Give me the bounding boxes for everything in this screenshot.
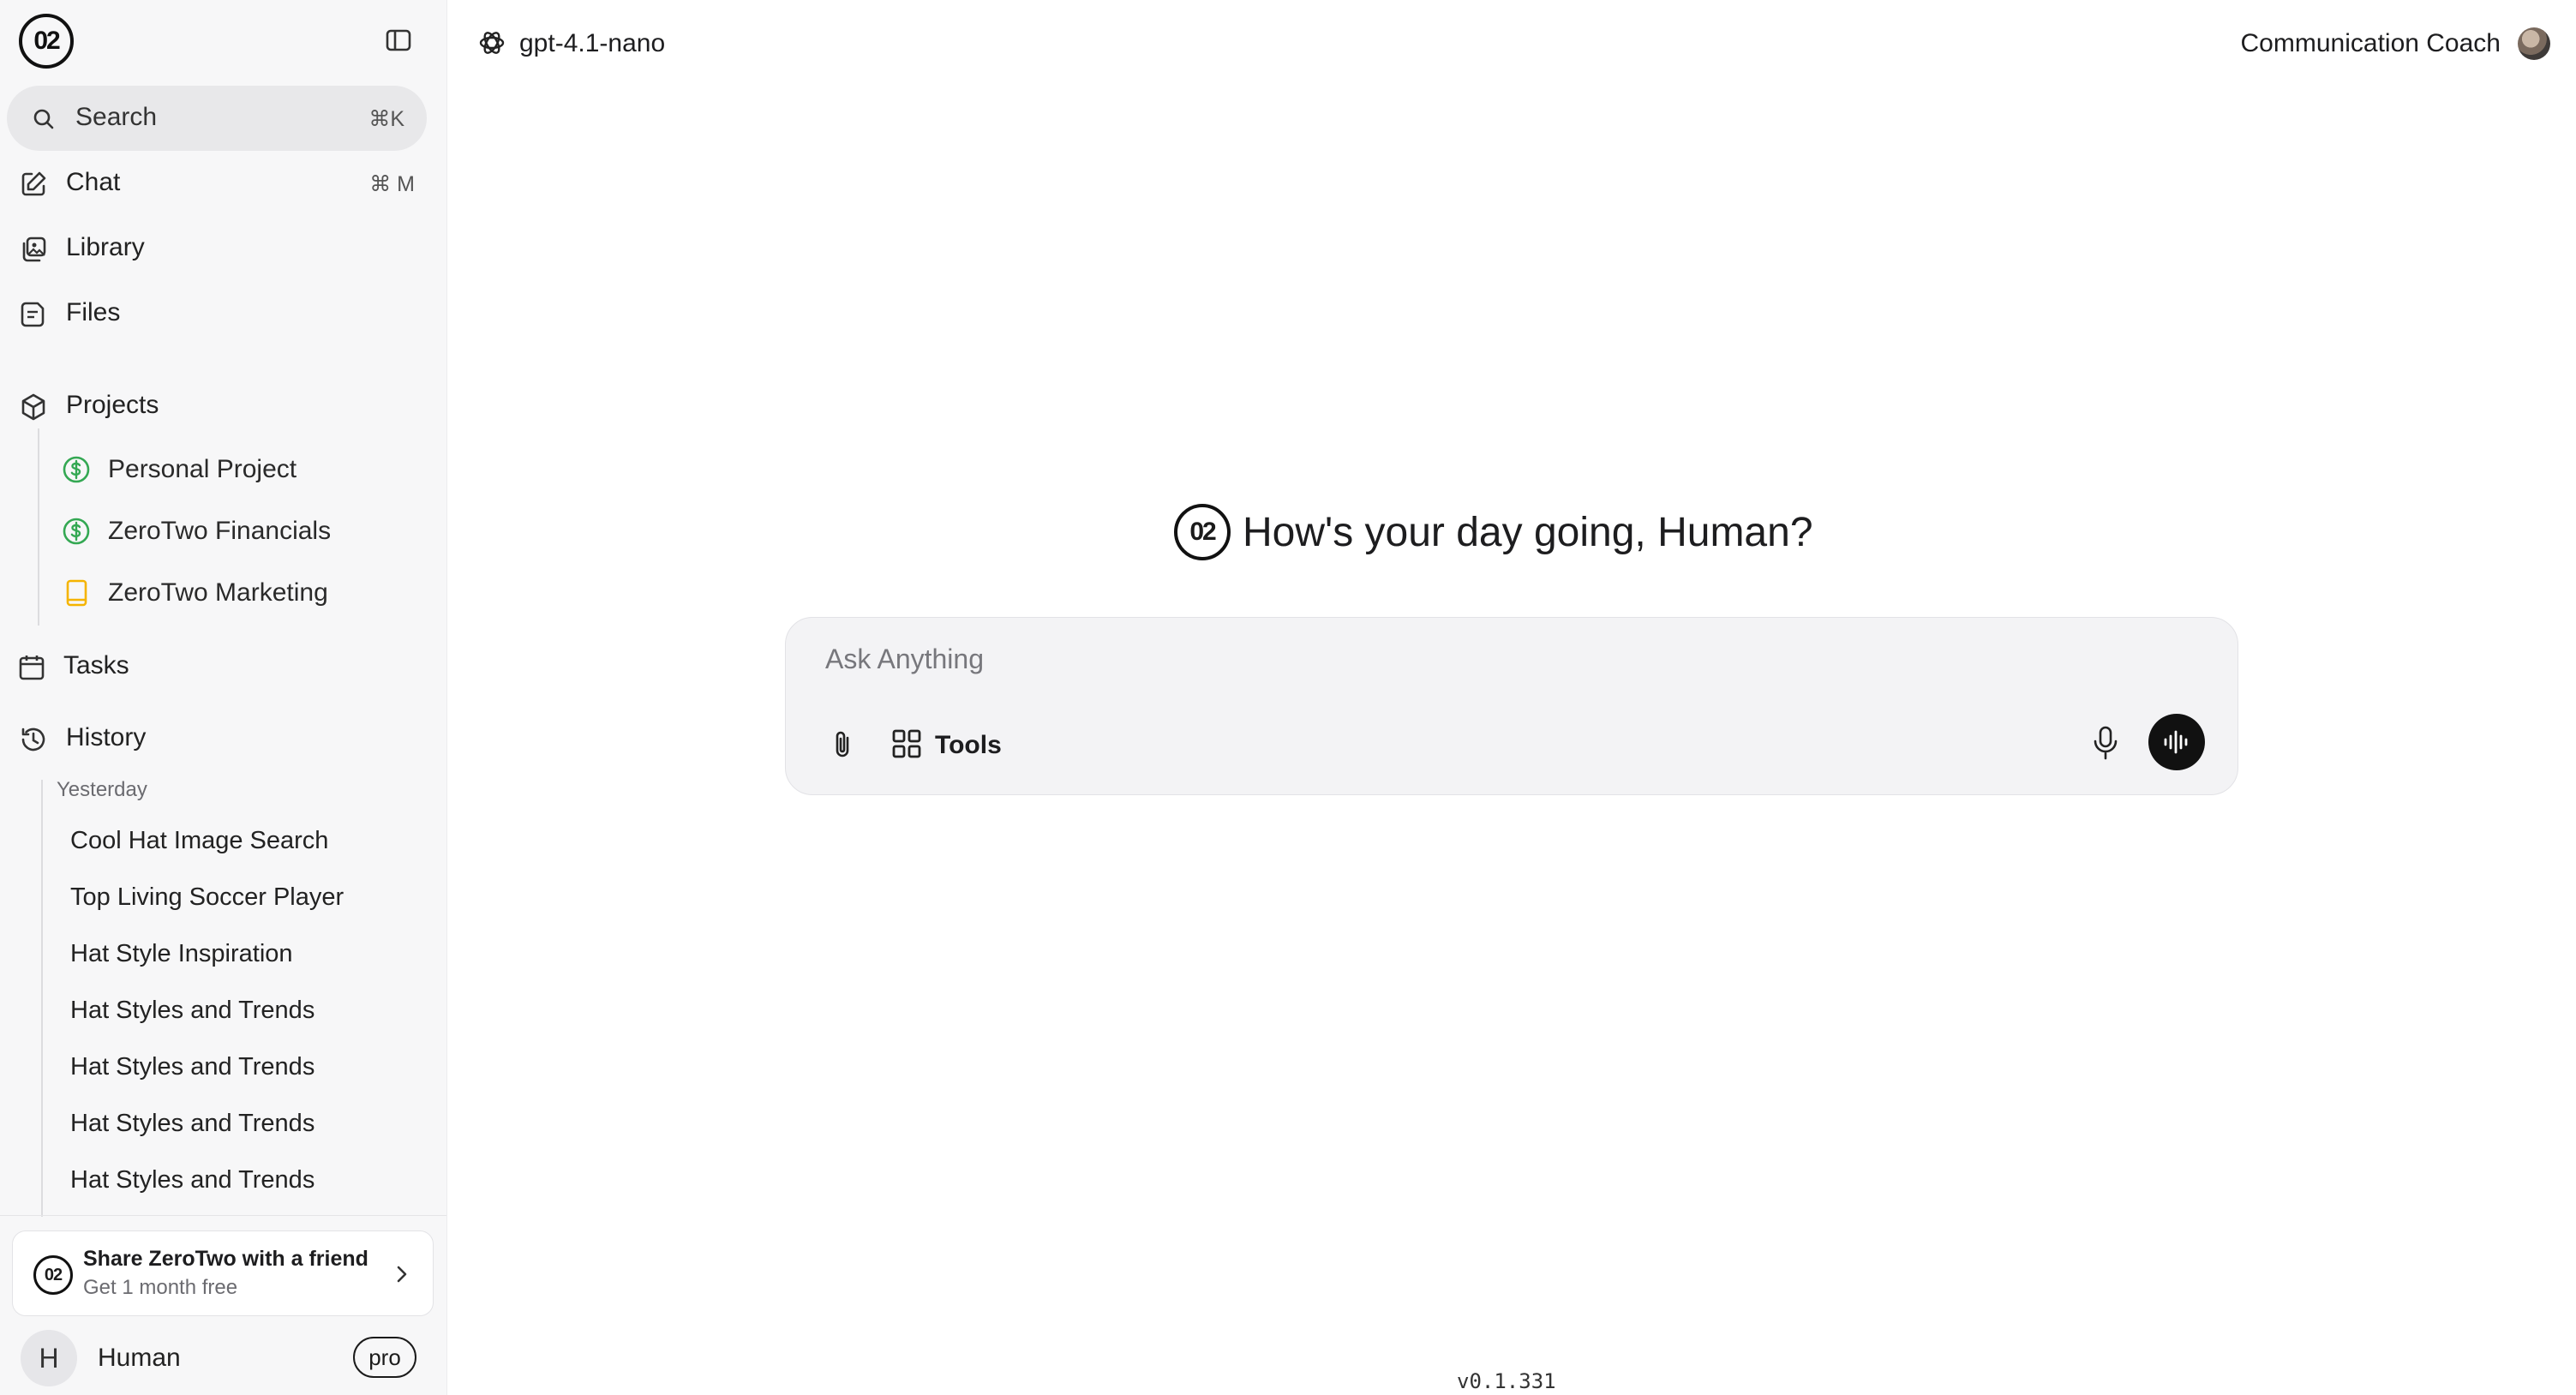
user-name: Human xyxy=(98,1344,181,1372)
openai-icon xyxy=(476,27,507,58)
history-item[interactable]: Cool Hat Image Search xyxy=(51,815,428,866)
tools-label: Tools xyxy=(935,731,1002,759)
project-label: ZeroTwo Financials xyxy=(108,517,332,545)
dollar-circle-icon xyxy=(62,517,91,546)
project-item[interactable]: Personal Project xyxy=(51,443,428,496)
plan-badge: pro xyxy=(353,1337,416,1378)
history-item[interactable]: Hat Style Inspiration xyxy=(51,928,428,979)
history-tree-line xyxy=(41,780,43,1217)
zerotwo-logo[interactable]: 02 xyxy=(19,14,74,69)
chat-shortcut: ⌘ M xyxy=(369,172,415,196)
search-shortcut: ⌘K xyxy=(368,107,404,131)
sidebar-item-projects[interactable]: Projects xyxy=(0,379,447,435)
audio-wave-icon xyxy=(2164,730,2188,754)
sidebar-item-label: History xyxy=(66,723,147,751)
sidebar-item-label: Chat xyxy=(66,168,121,196)
share-title: Share ZeroTwo with a friend xyxy=(83,1247,368,1271)
zerotwo-badge: 02 xyxy=(33,1255,73,1295)
sidebar-item-label: Files xyxy=(66,298,121,326)
avatar: H xyxy=(21,1330,77,1386)
chat-composer: Ask Anything Tools xyxy=(785,617,2238,795)
sidebar-item-history[interactable]: History xyxy=(0,711,447,768)
app-version: v0.1.331 xyxy=(1457,1369,1556,1393)
edit-icon xyxy=(19,170,48,199)
file-icon xyxy=(19,300,48,329)
history-item-label: Hat Styles and Trends xyxy=(70,1110,315,1137)
history-item[interactable]: Hat Styles and Trends xyxy=(51,1098,428,1149)
share-subtitle: Get 1 month free xyxy=(83,1276,238,1299)
share-referral-card[interactable]: 02 Share ZeroTwo with a friend Get 1 mon… xyxy=(12,1230,434,1316)
history-item-label: Hat Styles and Trends xyxy=(70,1053,315,1081)
project-item[interactable]: ZeroTwo Financials xyxy=(51,505,428,558)
sidebar-divider xyxy=(0,1215,446,1216)
zerotwo-logo: 02 xyxy=(1174,504,1231,560)
microphone-icon[interactable] xyxy=(2090,724,2121,762)
library-icon xyxy=(19,235,48,264)
sidebar-item-files[interactable]: Files xyxy=(0,286,447,343)
chevron-right-icon xyxy=(392,1262,412,1286)
history-item-label: Top Living Soccer Player xyxy=(70,883,344,911)
history-item-label: Hat Styles and Trends xyxy=(70,1166,315,1194)
message-input[interactable]: Ask Anything xyxy=(825,644,984,675)
search-label: Search xyxy=(75,103,158,131)
history-group-label: Yesterday xyxy=(57,778,147,801)
history-item[interactable]: Hat Styles and Trends xyxy=(51,985,428,1036)
sidebar-item-tasks[interactable]: Tasks xyxy=(0,639,447,696)
project-item[interactable]: ZeroTwo Marketing xyxy=(51,566,428,620)
sidebar-item-chat[interactable]: Chat ⌘ M xyxy=(0,156,447,213)
dollar-circle-icon xyxy=(62,455,91,484)
sidebar: 02 Search ⌘K Chat ⌘ M Library Files Proj… xyxy=(0,0,447,1395)
sidebar-toggle-icon[interactable] xyxy=(382,26,416,57)
cube-icon xyxy=(19,392,48,422)
history-item-label: Hat Style Inspiration xyxy=(70,940,293,967)
history-item-label: Hat Styles and Trends xyxy=(70,997,315,1024)
calendar-icon xyxy=(17,653,46,682)
projects-tree-line xyxy=(38,428,39,626)
user-menu[interactable]: H Human pro xyxy=(0,1325,447,1390)
sidebar-item-label: Tasks xyxy=(63,651,129,680)
sidebar-item-library[interactable]: Library xyxy=(0,221,447,278)
search-icon xyxy=(31,106,57,132)
history-item[interactable]: Hat Styles and Trends xyxy=(51,1154,428,1206)
history-item[interactable]: Hat Styles and Trends xyxy=(51,1041,428,1093)
persona-avatar xyxy=(2518,27,2550,60)
search-button[interactable]: Search ⌘K xyxy=(7,86,427,151)
greeting-text: How's your day going, Human? xyxy=(1243,510,1813,555)
paperclip-icon[interactable] xyxy=(827,727,858,762)
history-item-label: Cool Hat Image Search xyxy=(70,827,329,854)
voice-mode-button[interactable] xyxy=(2148,714,2205,770)
model-name: gpt-4.1-nano xyxy=(519,29,666,57)
project-label: Personal Project xyxy=(108,455,297,483)
sidebar-item-label: Library xyxy=(66,233,145,261)
sidebar-item-label: Projects xyxy=(66,391,159,419)
book-icon xyxy=(62,578,91,608)
grid-icon xyxy=(890,727,923,760)
history-icon xyxy=(19,725,48,754)
persona-name: Communication Coach xyxy=(2240,29,2501,57)
history-item[interactable]: Top Living Soccer Player xyxy=(51,871,428,923)
project-label: ZeroTwo Marketing xyxy=(108,578,328,607)
